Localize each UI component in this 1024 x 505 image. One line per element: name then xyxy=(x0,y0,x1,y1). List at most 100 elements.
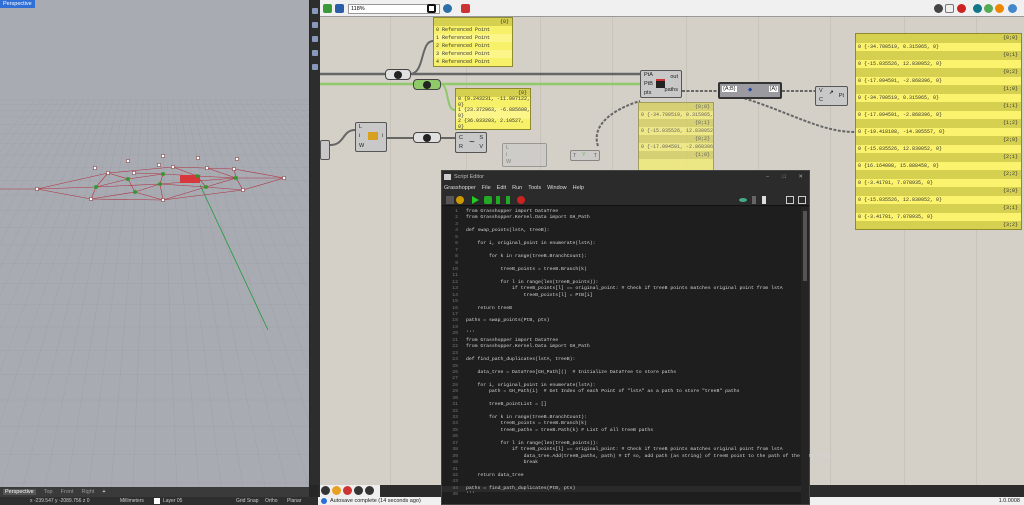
minimize-button[interactable]: – xyxy=(766,171,769,183)
package-icon[interactable] xyxy=(456,196,464,204)
point-param-component[interactable] xyxy=(413,132,441,143)
list-item-component[interactable]: L i W i xyxy=(355,122,387,152)
units-label[interactable]: Millimeters xyxy=(120,497,144,505)
control-point[interactable] xyxy=(132,171,136,175)
control-point[interactable] xyxy=(106,171,110,175)
lock-icon[interactable] xyxy=(365,486,374,495)
editor-title-bar[interactable]: Script Editor – □ ✕ xyxy=(442,171,809,183)
record-icon[interactable] xyxy=(343,486,352,495)
tab-right[interactable]: Right xyxy=(81,489,94,495)
mesh-vertex[interactable] xyxy=(234,176,238,180)
mesh-vertex[interactable] xyxy=(158,182,162,186)
step-into-icon[interactable] xyxy=(506,196,510,204)
maximize-button[interactable]: □ xyxy=(783,171,786,183)
zoom-extents-icon[interactable] xyxy=(427,4,436,13)
panel-python-output[interactable]: {0;0} 0 {-34.700519, 0.315965, 0} {0;1} 0 {… xyxy=(638,102,714,172)
output-out[interactable]: out xyxy=(670,74,678,80)
control-point[interactable] xyxy=(196,156,200,160)
output-a[interactable]: {A} xyxy=(768,86,778,92)
input-i[interactable]: i xyxy=(359,133,360,139)
input-v[interactable]: V xyxy=(819,88,823,94)
panel-points[interactable]: {0} 0 {9.243231, -11.007122, 0} 1 {23.372… xyxy=(455,88,531,130)
control-point[interactable] xyxy=(126,159,130,163)
mesh-vertex[interactable] xyxy=(126,177,130,181)
control-point[interactable] xyxy=(171,165,175,169)
code-editor[interactable]: 1 from Grasshopper import DataTree 2 from G… xyxy=(442,207,832,504)
menu-window[interactable]: Window xyxy=(547,183,567,194)
construct-point-component[interactable]: V C ↗ Pt xyxy=(815,86,848,106)
faded-list-component[interactable]: L i W xyxy=(502,143,547,167)
output-t[interactable]: T xyxy=(594,153,597,159)
input-c[interactable]: C xyxy=(819,97,823,103)
control-point[interactable] xyxy=(161,198,165,202)
add-viewport-tab[interactable]: + xyxy=(102,489,105,495)
panel-result-tree[interactable]: {0;0} 0 {-34.700519, 0.315965, 0} {0;1} 0 {… xyxy=(855,33,1022,230)
mesh-vertex[interactable] xyxy=(204,185,208,189)
control-point[interactable] xyxy=(235,157,239,161)
selected-merge-component[interactable] xyxy=(413,79,441,90)
preview-icon[interactable] xyxy=(312,22,318,28)
planar-toggle[interactable]: Planar xyxy=(287,497,301,505)
curve-component[interactable]: C R ~ S V xyxy=(455,132,487,153)
wire-icon[interactable] xyxy=(321,486,330,495)
close-button[interactable]: ✕ xyxy=(798,171,803,183)
tab-top[interactable]: Top xyxy=(44,489,53,495)
menu-help[interactable]: Help xyxy=(573,183,584,194)
wire-display-icon[interactable] xyxy=(934,4,943,13)
mesh-vertex[interactable] xyxy=(195,174,199,178)
control-point[interactable] xyxy=(241,188,245,192)
output-pt[interactable]: Pt xyxy=(839,93,844,99)
sketch-pen-icon[interactable] xyxy=(461,4,470,13)
grid-snap-toggle[interactable]: Grid Snap xyxy=(236,497,259,505)
python-script-component[interactable]: PtA PtB pts out paths xyxy=(640,70,682,98)
grid-icon[interactable] xyxy=(312,64,318,70)
save-script-icon[interactable] xyxy=(446,196,454,204)
debug-icon[interactable] xyxy=(484,196,492,204)
control-point[interactable] xyxy=(89,197,93,201)
display-icon[interactable] xyxy=(312,50,318,56)
tab-front[interactable]: Front xyxy=(61,489,74,495)
input-pts[interactable]: pts xyxy=(644,90,651,96)
input-l[interactable]: L xyxy=(506,145,509,151)
preview-shaded-icon[interactable] xyxy=(957,4,966,13)
menu-tools[interactable]: Tools xyxy=(528,183,541,194)
control-point[interactable] xyxy=(282,176,286,180)
input-l[interactable]: L xyxy=(359,124,362,130)
input-t[interactable]: T xyxy=(573,153,576,159)
solver-icon[interactable] xyxy=(984,4,993,13)
control-point[interactable] xyxy=(161,154,165,158)
output-paths[interactable]: paths xyxy=(665,87,678,93)
control-point[interactable] xyxy=(232,167,236,171)
script-editor-window[interactable]: Script Editor – □ ✕ Grasshopper File Edit R… xyxy=(441,170,832,505)
menu-edit[interactable]: Edit xyxy=(497,183,506,194)
rhino-viewport[interactable]: Perspective xyxy=(0,0,309,487)
sketch-icon[interactable] xyxy=(332,486,341,495)
sphere-icon[interactable] xyxy=(1008,4,1017,13)
tab-perspective[interactable]: Perspective xyxy=(3,489,36,495)
color-wheel-icon[interactable] xyxy=(312,36,318,42)
output-s[interactable]: S xyxy=(479,135,483,141)
open-file-icon[interactable] xyxy=(323,4,332,13)
editor-scrollbar[interactable] xyxy=(801,207,809,504)
preview-off-icon[interactable] xyxy=(945,4,954,13)
control-point[interactable] xyxy=(93,166,97,170)
layer-label[interactable]: Layer 05 xyxy=(163,497,182,505)
output-v[interactable]: V xyxy=(479,144,483,150)
scrollbar-thumb[interactable] xyxy=(803,211,807,281)
view-icon[interactable] xyxy=(739,198,747,202)
split-view-icon[interactable] xyxy=(786,196,794,204)
merge-component[interactable] xyxy=(385,69,411,80)
document-icon[interactable] xyxy=(762,196,766,204)
material-icon[interactable] xyxy=(995,4,1004,13)
panel-toggle-icon[interactable] xyxy=(752,196,756,204)
input-w[interactable]: W xyxy=(506,159,511,165)
mesh-vertex[interactable] xyxy=(133,190,137,194)
mesh-vertex[interactable] xyxy=(94,185,98,189)
save-icon[interactable] xyxy=(335,4,344,13)
menu-grasshopper[interactable]: Grasshopper xyxy=(444,183,476,194)
input-c[interactable]: C xyxy=(459,135,463,141)
control-point[interactable] xyxy=(205,166,209,170)
input-ptb[interactable]: PtB xyxy=(644,81,653,87)
control-point[interactable] xyxy=(35,187,39,191)
input-pta[interactable]: PtA xyxy=(644,72,653,78)
